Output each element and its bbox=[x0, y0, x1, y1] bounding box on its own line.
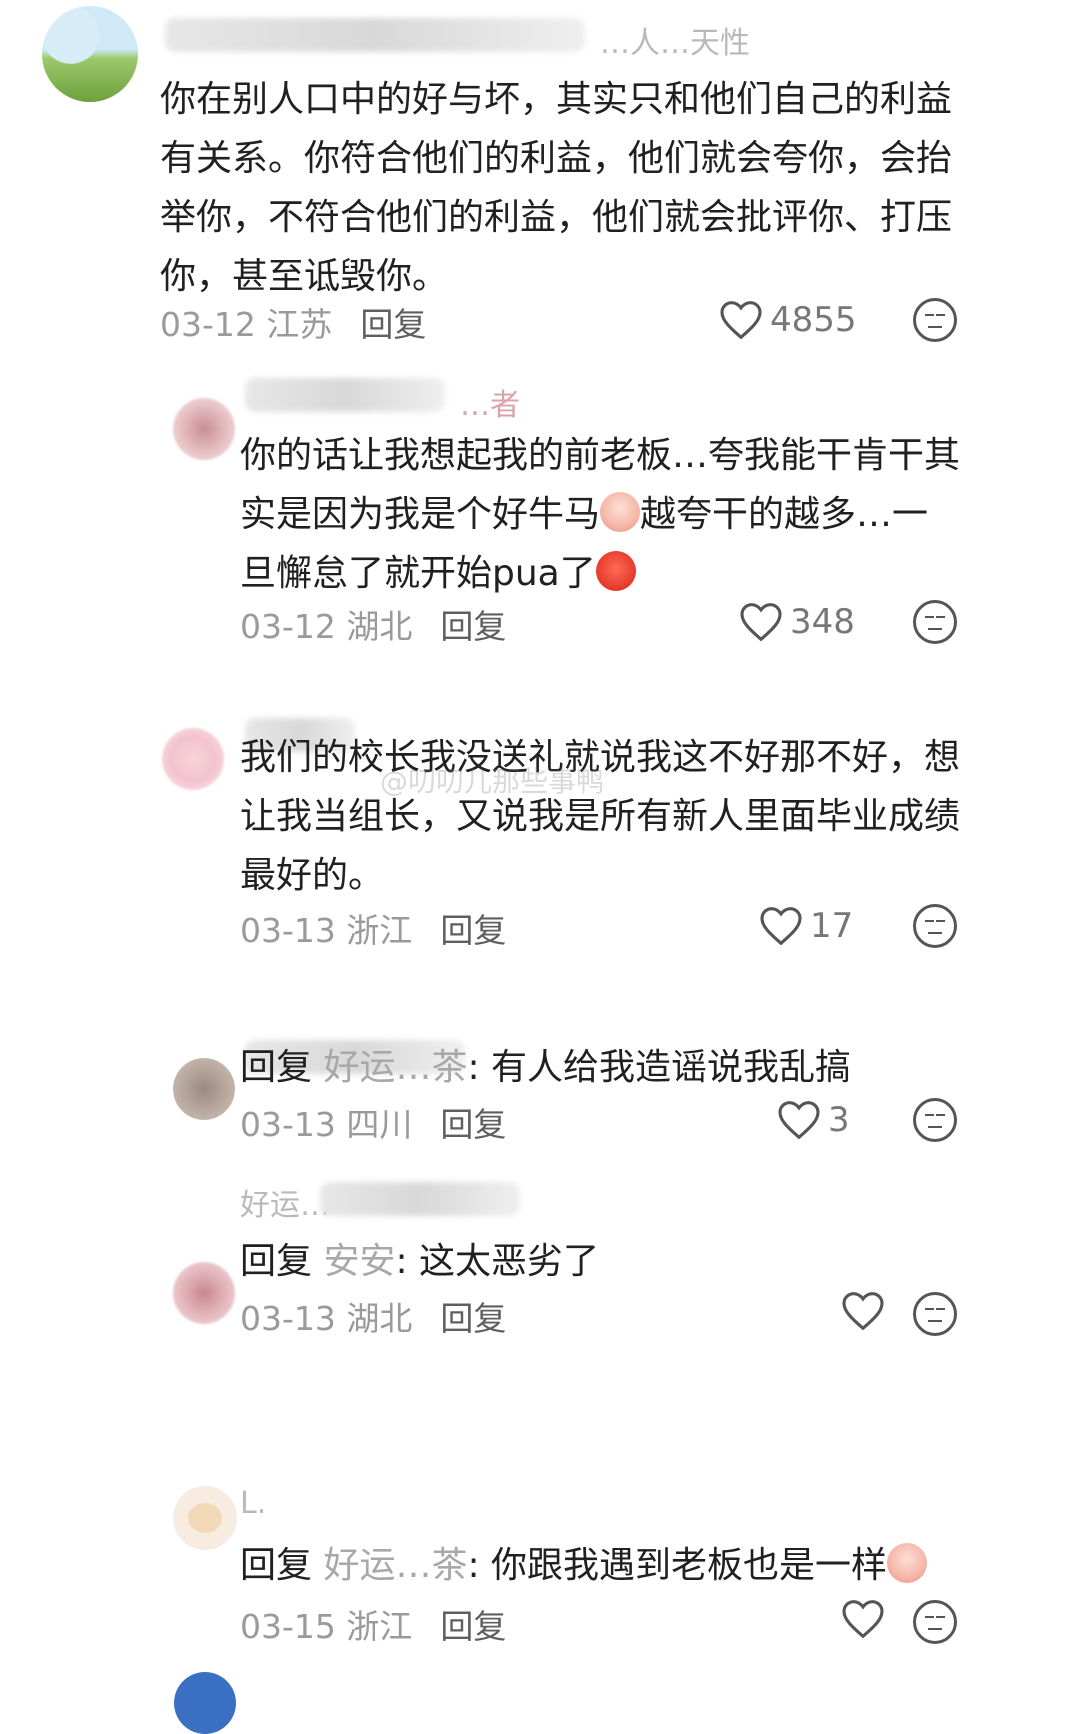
dislike-icon[interactable] bbox=[913, 1098, 957, 1142]
heart-icon bbox=[760, 907, 802, 945]
comment-meta: 03-13 湖北 回复 bbox=[240, 1292, 506, 1340]
comment-text: 你的话让我想起我的前老板…夸我能干肯干其实是因为我是个好牛马 越夸干的越多…一旦懈… bbox=[240, 435, 961, 594]
like-button[interactable] bbox=[842, 1292, 892, 1330]
dislike-icon[interactable] bbox=[913, 1600, 957, 1644]
like-count: 348 bbox=[790, 602, 855, 642]
dislike-icon[interactable] bbox=[913, 1292, 957, 1336]
crying-emoji-icon bbox=[887, 1543, 928, 1583]
comment-date: 03-12 湖北 bbox=[240, 607, 413, 646]
comment-date: 03-13 湖北 bbox=[240, 1299, 413, 1338]
avatar[interactable] bbox=[162, 728, 224, 790]
avatar[interactable] bbox=[42, 6, 138, 102]
author-badge: …者 bbox=[460, 388, 520, 423]
like-button[interactable]: 17 bbox=[760, 906, 853, 946]
comment-date: 03-13 四川 bbox=[240, 1105, 413, 1144]
like-count: 4855 bbox=[770, 300, 857, 340]
comment-date: 03-13 浙江 bbox=[240, 911, 413, 950]
comment-meta: 03-12 湖北 回复 bbox=[240, 600, 506, 648]
username[interactable]: …人…天性 bbox=[600, 18, 750, 62]
comment-text: 我们的校长我没送礼就说我这不好那不好，想让我当组长，又说我是所有新人里面毕业成绩… bbox=[240, 737, 961, 896]
heart-icon bbox=[720, 301, 762, 339]
username[interactable]: L. bbox=[240, 1486, 266, 1521]
dislike-icon[interactable] bbox=[913, 600, 957, 644]
comment-text: 你在别人口中的好与坏，其实只和他们自己的利益有关系。你符合他们的利益，他们就会夸… bbox=[160, 79, 953, 297]
reply-to-user[interactable]: 安安 bbox=[323, 1241, 395, 1282]
like-count: 17 bbox=[810, 906, 854, 946]
comment-text: 回复 好运…茶: 你跟我遇到老板也是一样 bbox=[240, 1536, 960, 1595]
like-button[interactable]: 348 bbox=[740, 602, 855, 642]
avatar[interactable] bbox=[173, 398, 235, 460]
bear-icon bbox=[188, 1503, 222, 1533]
comment-meta: 03-13 四川 回复 bbox=[240, 1098, 506, 1146]
comment-meta: 03-12 江苏 回复 bbox=[160, 298, 426, 346]
heart-icon bbox=[842, 1600, 884, 1638]
avatar[interactable] bbox=[174, 1672, 236, 1734]
avatar[interactable] bbox=[173, 1058, 235, 1120]
dislike-icon[interactable] bbox=[913, 298, 957, 342]
comment-meta: 03-13 浙江 回复 bbox=[240, 904, 506, 952]
like-button[interactable]: 3 bbox=[778, 1100, 850, 1140]
reply-button[interactable]: 回复 bbox=[440, 911, 506, 950]
blurred-username bbox=[165, 18, 585, 52]
reply-to-user[interactable]: 好运…茶 bbox=[323, 1545, 467, 1586]
heart-icon bbox=[778, 1101, 820, 1139]
comment-date: 03-12 江苏 bbox=[160, 305, 333, 344]
comment-text: 回复 好运…茶: 有人给我造谣说我乱搞 bbox=[240, 1047, 852, 1088]
dislike-icon[interactable] bbox=[913, 904, 957, 948]
like-button[interactable]: 4855 bbox=[720, 300, 857, 340]
comment-meta: 03-15 浙江 回复 bbox=[240, 1600, 506, 1648]
blurred-username bbox=[320, 1182, 520, 1216]
avatar[interactable] bbox=[173, 1486, 237, 1550]
like-count: 3 bbox=[828, 1100, 850, 1140]
angry-emoji-icon bbox=[595, 551, 636, 591]
reply-to-user[interactable]: 好运…茶 bbox=[323, 1047, 467, 1088]
reply-button[interactable]: 回复 bbox=[440, 1607, 506, 1646]
reply-button[interactable]: 回复 bbox=[360, 305, 426, 344]
blurred-username bbox=[245, 378, 445, 412]
comment-text: 回复 安安: 这太恶劣了 bbox=[240, 1241, 600, 1282]
watermark: @叨叨儿那些事鸭 bbox=[380, 765, 605, 798]
crying-emoji-icon bbox=[600, 492, 641, 532]
comment-date: 03-15 浙江 bbox=[240, 1607, 413, 1646]
reply-button[interactable]: 回复 bbox=[440, 607, 506, 646]
heart-icon bbox=[842, 1292, 884, 1330]
like-button[interactable] bbox=[842, 1600, 892, 1638]
reply-button[interactable]: 回复 bbox=[440, 1105, 506, 1144]
avatar[interactable] bbox=[173, 1262, 235, 1324]
heart-icon bbox=[740, 603, 782, 641]
username[interactable]: 好运… bbox=[240, 1180, 330, 1224]
reply-button[interactable]: 回复 bbox=[440, 1299, 506, 1338]
